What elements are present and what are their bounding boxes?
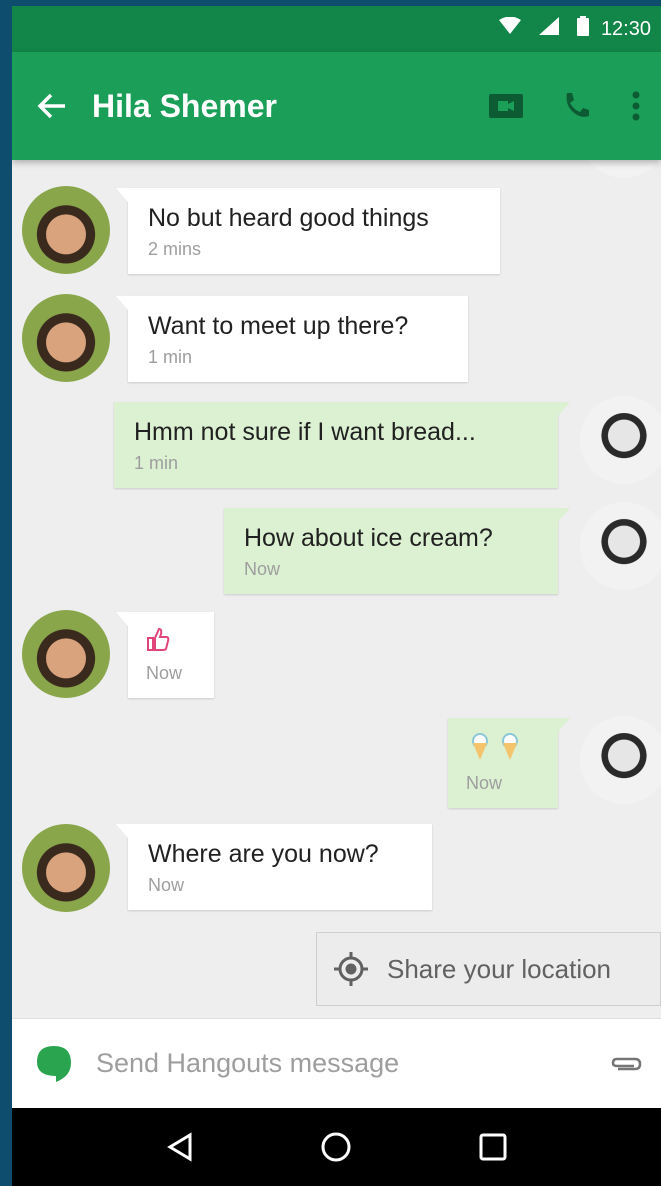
phone-icon	[566, 93, 589, 117]
phone-screen: 12:30 Hila Shemer No but heard good thin…	[12, 6, 661, 1186]
avatar-contact[interactable]	[22, 824, 110, 912]
more-vert-icon	[632, 91, 640, 121]
avatar-contact[interactable]	[22, 294, 110, 382]
share-location-button[interactable]: Share your location	[316, 932, 661, 1006]
more-options-button[interactable]	[611, 52, 661, 160]
message-time: Now	[466, 773, 503, 793]
message-bubble[interactable]: Where are you now? Now	[116, 824, 432, 910]
voice-call-button[interactable]	[541, 52, 611, 160]
message-bubble[interactable]: Want to meet up there? 1 min	[116, 296, 468, 382]
message-bubble[interactable]: Now	[116, 612, 214, 698]
message-time: Now	[244, 559, 281, 579]
back-button[interactable]	[12, 52, 92, 160]
message-text: Hmm not sure if I want bread...	[134, 418, 476, 446]
nav-home-button[interactable]	[306, 1117, 366, 1177]
message-text: Want to meet up there?	[148, 312, 409, 340]
message-time: 2 mins	[148, 239, 202, 259]
message-bubble[interactable]: Hmm not sure if I want bread... 1 min	[114, 402, 570, 488]
message-bubble[interactable]: Now	[448, 718, 570, 808]
video-call-button[interactable]	[471, 52, 541, 160]
nav-recents-button[interactable]	[463, 1117, 523, 1177]
share-location-label: Share your location	[387, 953, 612, 984]
avatar-me	[580, 502, 661, 590]
app-bar: Hila Shemer	[12, 52, 661, 160]
message-bubble[interactable]: No but heard good things 2 mins	[116, 188, 500, 274]
conversation-title: Hila Shemer	[92, 87, 277, 124]
back-arrow-icon	[37, 93, 65, 119]
nav-recents-icon	[479, 1133, 507, 1161]
wifi-icon	[498, 16, 521, 41]
nav-home-icon	[321, 1132, 351, 1162]
location-icon	[334, 952, 368, 986]
system-nav-bar	[12, 1108, 661, 1186]
avatar-me	[580, 160, 661, 178]
message-time: 1 min	[134, 453, 179, 473]
message-text: How about ice cream?	[244, 524, 493, 552]
message-time: Now	[146, 663, 183, 683]
thumbs-up-emoji-icon	[147, 627, 170, 651]
hangouts-icon	[37, 1045, 71, 1082]
battery-icon	[576, 16, 589, 42]
message-text: No but heard good things	[148, 204, 429, 232]
message-input[interactable]	[96, 1048, 591, 1079]
nav-back-button[interactable]	[150, 1117, 210, 1177]
message-bubble[interactable]: How about ice cream? Now	[224, 508, 570, 594]
message-list[interactable]: No but heard good things 2 mins Want to …	[12, 160, 661, 1018]
status-time: 12:30	[600, 17, 651, 40]
message-composer	[12, 1018, 661, 1108]
message-text: Where are you now?	[148, 840, 379, 868]
paperclip-icon	[611, 1057, 642, 1070]
nav-back-icon	[167, 1132, 192, 1162]
signal-icon	[538, 17, 559, 41]
avatar-me	[580, 396, 661, 484]
message-time: 1 min	[148, 347, 193, 367]
attach-button[interactable]	[591, 1055, 661, 1073]
ice-cream-emoji-icon	[472, 733, 518, 760]
avatar-me	[580, 716, 661, 804]
avatar-contact[interactable]	[22, 186, 110, 274]
video-call-icon	[489, 94, 523, 118]
message-time: Now	[148, 875, 185, 895]
avatar-contact[interactable]	[22, 610, 110, 698]
status-bar: 12:30	[12, 6, 661, 52]
